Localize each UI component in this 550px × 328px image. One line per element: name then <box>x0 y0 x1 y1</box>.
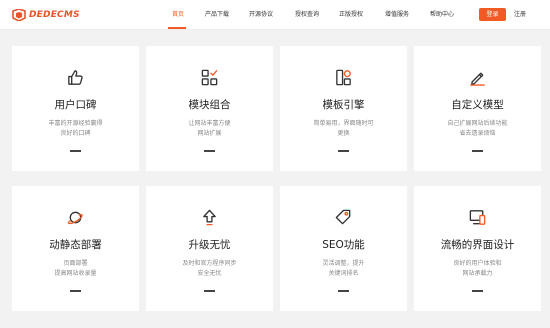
card-description: 自己扩展网站后续功能 省去遗录烦恼 <box>428 119 527 139</box>
template-icon <box>334 68 353 87</box>
feature-card-interface-design[interactable]: 流畅的界面设计 良好的用户体验和 网站承载力 <box>414 186 541 311</box>
card-desc-line: 网站承载力 <box>462 270 493 277</box>
nav-item-home[interactable]: 首页 <box>172 11 184 19</box>
logo[interactable]: DEDECMS <box>12 9 80 21</box>
card-title: 模板引擎 <box>322 99 365 111</box>
card-desc-line: 让网站丰富方便 <box>188 120 231 127</box>
nav-item-genuine[interactable]: 正版授权 <box>339 11 363 19</box>
card-divider <box>338 290 349 292</box>
card-description: 灵活调整，提升 关键词排名 <box>294 259 393 279</box>
nav-item-license[interactable]: 开源协议 <box>249 11 273 19</box>
card-title: 动静态部署 <box>49 239 102 251</box>
card-title: SEO功能 <box>322 239 365 251</box>
card-title: 用户口碑 <box>54 99 97 111</box>
upgrade-icon <box>200 208 219 227</box>
card-title: 模块组合 <box>188 99 231 111</box>
nav-item-download[interactable]: 产品下载 <box>205 11 229 19</box>
feature-card-reputation[interactable]: 用户口碑 丰富的开源经验赢得 良好的口碑 <box>12 46 139 171</box>
feature-card-custom-model[interactable]: 自定义模型 自己扩展网站后续功能 省去遗录烦恼 <box>414 46 541 171</box>
card-title: 流畅的界面设计 <box>440 239 515 251</box>
planet-icon <box>66 208 85 227</box>
card-divider <box>204 150 215 152</box>
pencil-icon <box>468 68 487 87</box>
card-divider <box>70 290 81 292</box>
card-description: 良好的用户体验和 网站承载力 <box>428 259 527 279</box>
card-desc-line: 良好的口碑 <box>60 130 91 137</box>
card-description: 让网站丰富方便 网站扩展 <box>160 119 259 139</box>
register-link[interactable]: 注册 <box>514 11 526 19</box>
nav-item-services[interactable]: 增值服务 <box>385 11 409 19</box>
card-divider <box>338 150 349 152</box>
card-divider <box>472 150 483 152</box>
card-divider <box>472 290 483 292</box>
card-title: 升级无忧 <box>188 239 231 251</box>
card-desc-line: 灵活调整，提升 <box>322 260 365 267</box>
card-title: 自定义模型 <box>451 99 504 111</box>
card-desc-line: 省去遗录烦恼 <box>459 130 496 137</box>
card-desc-line: 丰富的开源经验赢得 <box>48 120 103 127</box>
card-desc-line: 安全无忧 <box>197 270 222 277</box>
card-description: 页面部署 提高网站收录量 <box>26 259 125 279</box>
card-description: 丰富的开源经验赢得 良好的口碑 <box>26 119 125 139</box>
card-desc-line: 及时和官方程序同步 <box>182 260 237 267</box>
card-divider <box>70 150 81 152</box>
nav-item-auth-query[interactable]: 授权查询 <box>295 11 319 19</box>
feature-card-modules[interactable]: 模块组合 让网站丰富方便 网站扩展 <box>146 46 273 171</box>
card-description: 及时和官方程序同步 安全无忧 <box>160 259 259 279</box>
card-desc-line: 页面部署 <box>63 260 88 267</box>
feature-card-seo[interactable]: SEO功能 灵活调整，提升 关键词排名 <box>280 186 407 311</box>
card-desc-line: 提高网站收录量 <box>54 270 97 277</box>
seo-tag-icon <box>334 208 353 227</box>
modules-icon <box>200 68 219 87</box>
devices-icon <box>468 208 487 227</box>
card-desc-line: 网站扩展 <box>197 130 222 137</box>
feature-card-template-engine[interactable]: 模板引擎 简单易用，界面随时可 更换 <box>280 46 407 171</box>
thumbs-up-icon <box>66 68 85 87</box>
card-desc-line: 良好的用户体验和 <box>453 260 502 267</box>
login-button[interactable]: 登录 <box>479 8 506 21</box>
card-desc-line: 简单易用，界面随时可 <box>313 120 374 127</box>
card-description: 简单易用，界面随时可 更换 <box>294 119 393 139</box>
nav-item-help[interactable]: 帮助中心 <box>430 11 454 19</box>
card-desc-line: 关键词排名 <box>328 270 359 277</box>
logo-text: DEDECMS <box>29 10 80 20</box>
card-desc-line: 更换 <box>337 130 350 137</box>
logo-icon <box>12 9 26 21</box>
feature-card-deployment[interactable]: 动静态部署 页面部署 提高网站收录量 <box>12 186 139 311</box>
nav-active-indicator <box>168 27 186 29</box>
feature-card-upgrade[interactable]: 升级无忧 及时和官方程序同步 安全无忧 <box>146 186 273 311</box>
card-divider <box>204 290 215 292</box>
card-desc-line: 自己扩展网站后续功能 <box>447 120 508 127</box>
top-header: DEDECMS 首页 产品下载 开源协议 授权查询 正版授权 增值服务 帮助中心… <box>0 0 550 30</box>
